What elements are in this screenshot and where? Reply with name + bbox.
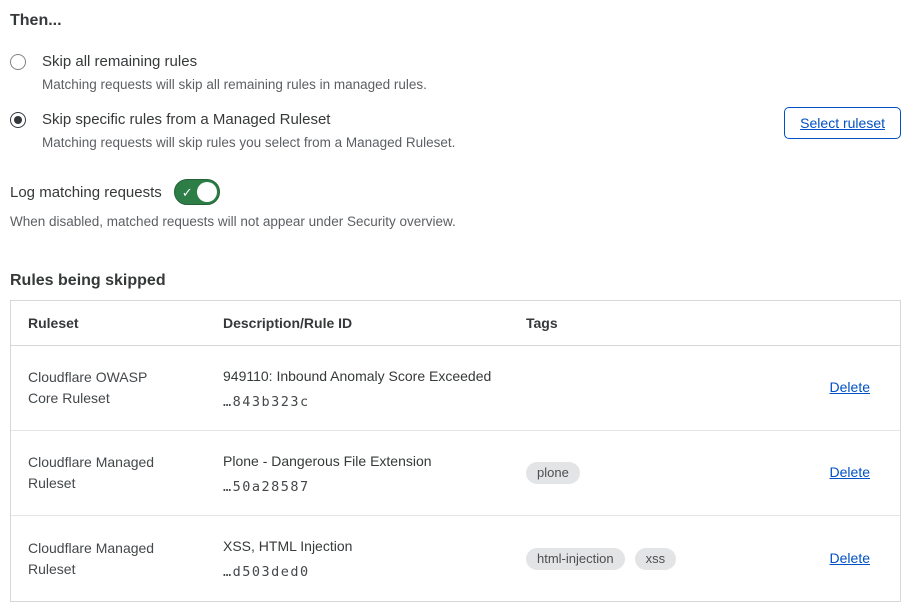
radio-option-skip-specific[interactable]: Skip specific rules from a Managed Rules… <box>10 110 901 151</box>
log-matching-label: Log matching requests <box>10 184 162 201</box>
log-matching-description: When disabled, matched requests will not… <box>10 214 901 229</box>
table-row: Cloudflare OWASP Core Ruleset 949110: In… <box>11 346 900 431</box>
radio-button-selected[interactable] <box>10 112 26 128</box>
rule-id: …50a28587 <box>223 479 526 495</box>
log-matching-row: Log matching requests ✓ <box>10 179 901 205</box>
column-header-tags: Tags <box>526 315 825 331</box>
radio-label-skip-specific[interactable]: Skip specific rules from a Managed Rules… <box>42 110 702 129</box>
radio-desc-skip-specific: Matching requests will skip rules you se… <box>42 134 702 151</box>
tags-cell: html-injection xss <box>526 548 825 570</box>
log-matching-toggle[interactable]: ✓ <box>174 179 220 205</box>
column-header-ruleset: Ruleset <box>11 315 223 331</box>
radio-button-unselected[interactable] <box>10 54 26 70</box>
ruleset-cell: Cloudflare Managed Ruleset <box>11 452 176 494</box>
rules-table: Ruleset Description/Rule ID Tags Cloudfl… <box>10 300 901 602</box>
table-row: Cloudflare Managed Ruleset Plone - Dange… <box>11 431 900 516</box>
table-header-row: Ruleset Description/Rule ID Tags <box>11 301 900 346</box>
delete-link[interactable]: Delete <box>830 550 870 566</box>
rule-id: …d503ded0 <box>223 564 526 580</box>
select-ruleset-button[interactable]: Select ruleset <box>784 107 901 139</box>
ruleset-cell: Cloudflare OWASP Core Ruleset <box>11 367 176 409</box>
rule-description: Plone - Dangerous File Extension <box>223 452 526 470</box>
then-heading: Then... <box>10 12 901 30</box>
tag-pill: xss <box>635 548 677 570</box>
radio-desc-skip-all: Matching requests will skip all remainin… <box>42 76 901 93</box>
rule-description: 949110: Inbound Anomaly Score Exceeded <box>223 367 526 385</box>
delete-link[interactable]: Delete <box>830 464 870 480</box>
waf-rule-then-panel: Then... Skip all remaining rules Matchin… <box>0 0 911 614</box>
tag-pill: plone <box>526 462 580 484</box>
rule-id: …843b323c <box>223 394 526 410</box>
radio-label-skip-all[interactable]: Skip all remaining rules <box>42 52 901 71</box>
radio-option-skip-all[interactable]: Skip all remaining rules Matching reques… <box>10 52 901 93</box>
table-row: Cloudflare Managed Ruleset XSS, HTML Inj… <box>11 516 900 601</box>
toggle-knob <box>197 182 217 202</box>
rules-skipped-heading: Rules being skipped <box>10 272 901 290</box>
ruleset-cell: Cloudflare Managed Ruleset <box>11 538 176 580</box>
column-header-description: Description/Rule ID <box>223 315 526 331</box>
tags-cell: plone <box>526 462 825 484</box>
rule-description: XSS, HTML Injection <box>223 537 526 555</box>
delete-link[interactable]: Delete <box>830 379 870 395</box>
tag-pill: html-injection <box>526 548 625 570</box>
action-radio-group: Skip all remaining rules Matching reques… <box>10 52 901 151</box>
check-icon: ✓ <box>182 185 194 197</box>
